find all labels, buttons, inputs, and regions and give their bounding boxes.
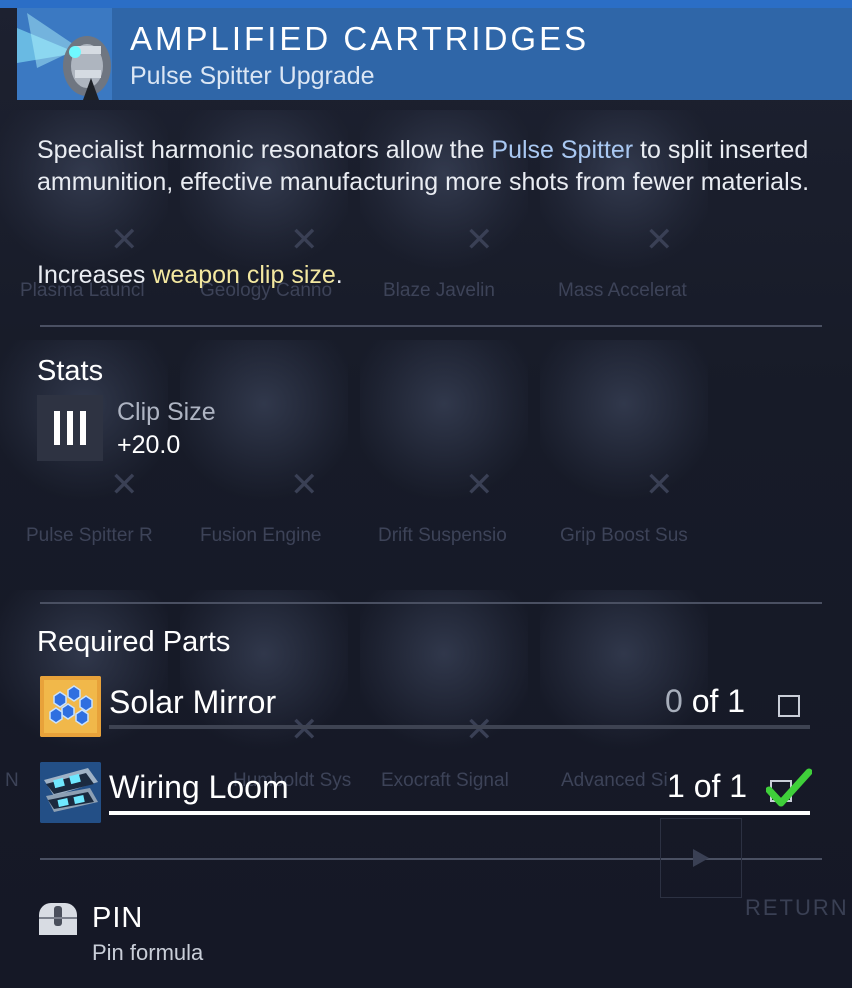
return-label: RETURN bbox=[745, 895, 849, 920]
pin-button[interactable]: PIN bbox=[92, 902, 143, 935]
bg-item-label: Mass Accelerat bbox=[558, 280, 687, 301]
clip-size-icon bbox=[37, 395, 103, 461]
item-effect: Increases weapon clip size. bbox=[37, 261, 343, 290]
top-accent-bar bbox=[0, 0, 852, 8]
play-icon bbox=[693, 849, 709, 867]
part-progress-fill bbox=[109, 811, 810, 815]
bg-item-label: Blaze Javelin bbox=[383, 280, 495, 301]
wrench-icon: ✕ bbox=[465, 466, 494, 504]
divider bbox=[40, 602, 822, 604]
clip-bar bbox=[67, 411, 73, 445]
item-header: AMPLIFIED CARTRIDGES Pulse Spitter Upgra… bbox=[17, 8, 852, 100]
wrench-icon: ✕ bbox=[110, 466, 139, 504]
part-count: 1 of 1 bbox=[667, 768, 747, 805]
stats-title: Stats bbox=[37, 355, 104, 387]
mouse-icon bbox=[39, 903, 77, 935]
bg-item-label: N bbox=[5, 770, 19, 791]
bg-tile bbox=[540, 340, 708, 500]
bg-item-label: Advanced Si bbox=[561, 770, 668, 791]
part-progress-track bbox=[109, 725, 810, 729]
pulse-spitter-link: Pulse Spitter bbox=[491, 136, 634, 164]
solar-mirror-icon bbox=[40, 676, 101, 737]
wrench-icon: ✕ bbox=[110, 221, 139, 259]
bg-item-label: Pulse Spitter R bbox=[26, 525, 153, 546]
part-progress-track bbox=[109, 811, 810, 815]
effect-text: . bbox=[335, 261, 343, 289]
part-count: 0 of 1 bbox=[665, 683, 745, 720]
part-name: Solar Mirror bbox=[109, 684, 277, 720]
divider bbox=[40, 325, 822, 327]
bg-item-label: Fusion Engine bbox=[200, 525, 322, 546]
item-subtitle: Pulse Spitter Upgrade bbox=[130, 62, 375, 90]
wrench-icon: ✕ bbox=[645, 221, 674, 259]
effect-highlight: weapon clip size bbox=[152, 261, 336, 289]
wrench-icon: ✕ bbox=[465, 221, 494, 259]
wrench-icon: ✕ bbox=[290, 711, 319, 749]
part-of: of 1 bbox=[684, 768, 748, 804]
pin-formula-label: Pin formula bbox=[92, 940, 204, 965]
bg-item-label: Drift Suspensio bbox=[378, 525, 507, 546]
part-have: 0 bbox=[665, 683, 683, 719]
pulse-spitter-upgrade-icon bbox=[17, 8, 112, 100]
required-parts-title: Required Parts bbox=[37, 626, 231, 658]
wiring-loom-icon bbox=[40, 762, 101, 823]
wrench-icon: ✕ bbox=[290, 466, 319, 504]
part-checkbox bbox=[778, 695, 800, 717]
wrench-icon: ✕ bbox=[465, 711, 494, 749]
item-description: Specialist harmonic resonators allow the… bbox=[37, 134, 817, 198]
wrench-icon: ✕ bbox=[645, 466, 674, 504]
part-have: 1 bbox=[667, 768, 685, 804]
stat-name: Clip Size bbox=[117, 398, 216, 426]
checkmark-icon bbox=[766, 768, 812, 807]
stat-value: +20.0 bbox=[117, 431, 181, 459]
wrench-icon: ✕ bbox=[290, 221, 319, 259]
clip-bar bbox=[80, 411, 86, 445]
part-name: Wiring Loom bbox=[109, 769, 289, 805]
bg-item-label: Exocraft Signal bbox=[381, 770, 509, 791]
bg-item-label: Grip Boost Sus bbox=[560, 525, 688, 546]
part-of: of 1 bbox=[682, 683, 746, 719]
bg-tile bbox=[360, 340, 528, 500]
effect-text: Increases bbox=[37, 261, 153, 289]
description-text: Specialist harmonic resonators allow the bbox=[37, 136, 492, 164]
return-button[interactable] bbox=[660, 818, 742, 898]
clip-bar bbox=[54, 411, 60, 445]
item-title: AMPLIFIED CARTRIDGES bbox=[130, 20, 590, 57]
